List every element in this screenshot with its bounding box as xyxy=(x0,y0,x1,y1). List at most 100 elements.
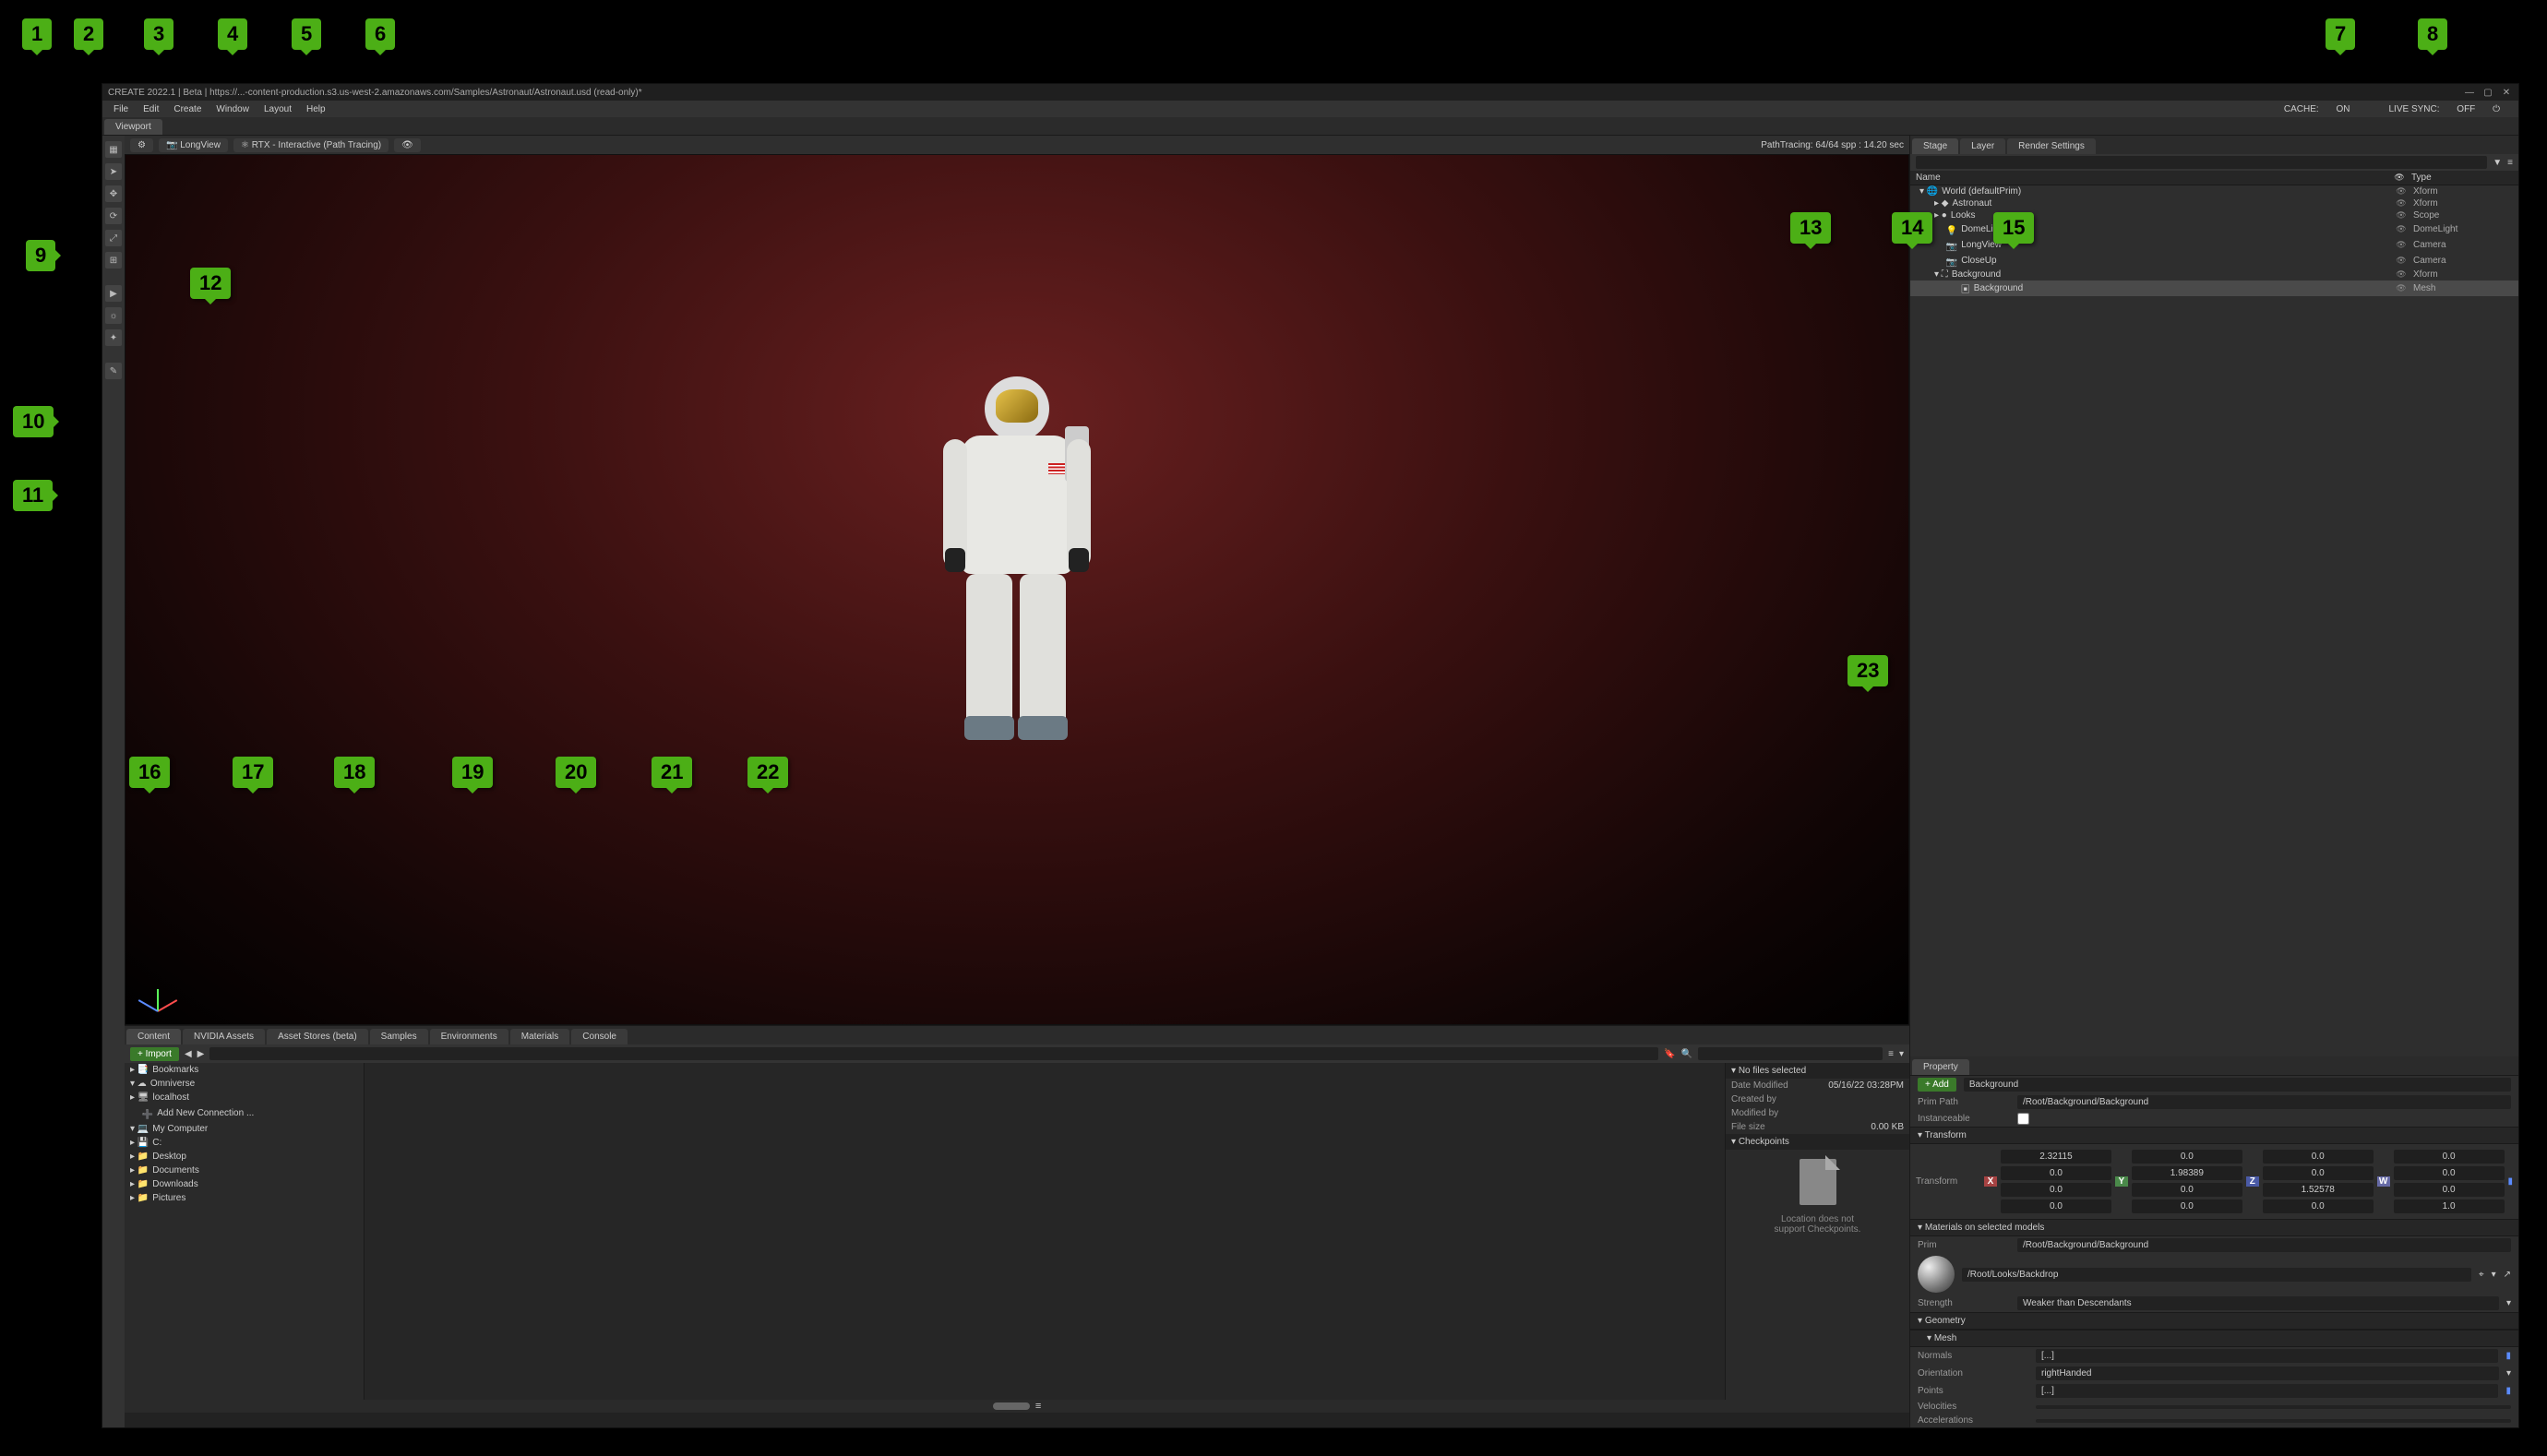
stage-filter-icon[interactable]: ▼ xyxy=(2493,158,2502,168)
tab-materials[interactable]: Materials xyxy=(510,1029,570,1044)
transform-section-header[interactable]: Transform xyxy=(1910,1127,2518,1144)
material-prim-field[interactable]: /Root/Background/Background xyxy=(2017,1238,2511,1252)
stage-search-input[interactable] xyxy=(1916,156,2487,169)
tw2[interactable]: 0.0 xyxy=(2394,1183,2505,1197)
stage-row-closeup[interactable]: 📷 CloseUpCamera xyxy=(1910,253,2518,269)
tool-brush-icon[interactable]: ✎ xyxy=(105,363,122,379)
tx3[interactable]: 0.0 xyxy=(2001,1199,2111,1213)
tab-property[interactable]: Property xyxy=(1912,1059,1969,1075)
tab-console[interactable]: Console xyxy=(571,1029,628,1044)
stage-row-longview[interactable]: 📷 LongViewCamera xyxy=(1910,237,2518,253)
tz3[interactable]: 0.0 xyxy=(2263,1199,2374,1213)
tree-localhost[interactable]: ▸ 🖥 localhost xyxy=(125,1091,364,1104)
tree-omniverse[interactable]: ▾ ☁ Omniverse xyxy=(125,1077,364,1091)
mesh-section-header[interactable]: Mesh xyxy=(1910,1330,2518,1347)
cache-status[interactable]: CACHE: ON xyxy=(2269,102,2365,116)
tool-select-box-icon[interactable]: ▦ xyxy=(105,141,122,158)
stage-row-world[interactable]: ▾ 🌐 World (defaultPrim)Xform xyxy=(1910,185,2518,197)
tree-desktop[interactable]: ▸ 📁 Desktop xyxy=(125,1150,364,1164)
minimize-button[interactable]: — xyxy=(2463,88,2476,98)
ty1[interactable]: 1.98389 xyxy=(2132,1166,2242,1180)
orientation-select[interactable]: rightHanded xyxy=(2036,1366,2499,1380)
tree-pictures[interactable]: ▸ 📁 Pictures xyxy=(125,1191,364,1205)
stage-options-icon[interactable]: ≡ xyxy=(2507,158,2513,168)
tx0[interactable]: 2.32115 xyxy=(2001,1150,2111,1164)
close-button[interactable]: ✕ xyxy=(2500,88,2513,98)
renderer-selector[interactable]: ⚛ RTX - Interactive (Path Tracing) xyxy=(233,138,389,152)
tz1[interactable]: 0.0 xyxy=(2263,1166,2374,1180)
tx1[interactable]: 0.0 xyxy=(2001,1166,2111,1180)
menu-edit[interactable]: Edit xyxy=(136,102,166,116)
tw1[interactable]: 0.0 xyxy=(2394,1166,2505,1180)
stage-row-background-mesh[interactable]: ▣ BackgroundMesh xyxy=(1910,280,2518,296)
tab-stage[interactable]: Stage xyxy=(1912,138,1958,154)
nav-forward-icon[interactable]: ▶ xyxy=(197,1049,205,1059)
menu-file[interactable]: File xyxy=(106,102,136,116)
ty0[interactable]: 0.0 xyxy=(2132,1150,2242,1164)
tool-pointer-icon[interactable]: ➤ xyxy=(105,163,122,180)
tab-asset-stores[interactable]: Asset Stores (beta) xyxy=(267,1029,368,1044)
axis-gizmo[interactable] xyxy=(138,974,175,1011)
visibility-toggle-icon[interactable]: 👁 xyxy=(394,138,421,152)
menu-window[interactable]: Window xyxy=(209,102,257,116)
tw0[interactable]: 0.0 xyxy=(2394,1150,2505,1164)
view-options-icon[interactable]: ≡ xyxy=(1888,1049,1894,1059)
tool-play-icon[interactable]: ▶ xyxy=(105,285,122,302)
tz0[interactable]: 0.0 xyxy=(2263,1150,2374,1164)
tool-move-icon[interactable]: ✥ xyxy=(105,185,122,202)
tw3[interactable]: 1.0 xyxy=(2394,1199,2505,1213)
tab-nvidia-assets[interactable]: NVIDIA Assets xyxy=(183,1029,265,1044)
tool-rotate-icon[interactable]: ⟳ xyxy=(105,208,122,224)
live-sync-status[interactable]: LIVE SYNC: OFF ⏻ xyxy=(2374,102,2515,116)
maximize-button[interactable]: ▢ xyxy=(2481,88,2494,98)
filter-icon[interactable]: ▾ xyxy=(1899,1049,1904,1059)
material-export-icon[interactable]: ↗ xyxy=(2504,1270,2511,1280)
tree-documents[interactable]: ▸ 📁 Documents xyxy=(125,1164,364,1177)
transform-add-icon[interactable]: ▮ xyxy=(2508,1176,2514,1187)
bookmark-icon[interactable]: 🔖 xyxy=(1664,1049,1675,1059)
prim-name-field[interactable]: Background xyxy=(1964,1078,2511,1092)
normals-field[interactable]: [...] xyxy=(2036,1349,2498,1363)
geometry-section-header[interactable]: Geometry xyxy=(1910,1312,2518,1330)
import-button[interactable]: + Import xyxy=(130,1047,179,1061)
tool-light-icon[interactable]: ☼ xyxy=(105,307,122,324)
accelerations-field[interactable] xyxy=(2036,1419,2511,1423)
tz2[interactable]: 1.52578 xyxy=(2263,1183,2374,1197)
stage-row-background-xform[interactable]: ▾ ⛶ BackgroundXform xyxy=(1910,269,2518,280)
tab-content[interactable]: Content xyxy=(126,1029,181,1044)
material-locate-icon[interactable]: ⌖ xyxy=(2479,1270,2484,1280)
camera-selector[interactable]: 📷 LongView xyxy=(159,138,228,152)
tool-scale-icon[interactable]: ⤢ xyxy=(105,230,122,246)
menu-layout[interactable]: Layout xyxy=(257,102,299,116)
tab-layer[interactable]: Layer xyxy=(1960,138,2005,154)
stage-row-domelight[interactable]: 💡 DomeLightDomeLight xyxy=(1910,221,2518,237)
tool-light2-icon[interactable]: ✦ xyxy=(105,329,122,346)
tree-my-computer[interactable]: ▾ 💻 My Computer xyxy=(125,1122,364,1136)
path-input[interactable] xyxy=(209,1047,1658,1060)
prim-path-field[interactable]: /Root/Background/Background xyxy=(2017,1095,2511,1109)
materials-section-header[interactable]: Materials on selected models xyxy=(1910,1219,2518,1236)
browser-tree[interactable]: ▸ 📑 Bookmarks ▾ ☁ Omniverse ▸ 🖥 localhos… xyxy=(125,1063,365,1400)
menu-create[interactable]: Create xyxy=(166,102,209,116)
velocities-field[interactable] xyxy=(2036,1405,2511,1409)
ty2[interactable]: 0.0 xyxy=(2132,1183,2242,1197)
ty3[interactable]: 0.0 xyxy=(2132,1199,2242,1213)
tab-render-settings[interactable]: Render Settings xyxy=(2007,138,2096,154)
material-strength-select[interactable]: Weaker than Descendants xyxy=(2017,1296,2499,1310)
tree-add-connection[interactable]: ➕ Add New Connection ... xyxy=(125,1104,364,1122)
nav-back-icon[interactable]: ◀ xyxy=(185,1049,192,1059)
stage-tree[interactable]: ▾ 🌐 World (defaultPrim)Xform ▸ ◆ Astrona… xyxy=(1910,185,2518,1056)
viewport-settings-icon[interactable]: ⚙ xyxy=(130,138,153,152)
viewport-canvas[interactable] xyxy=(125,154,1909,1025)
material-path-field[interactable]: /Root/Looks/Backdrop xyxy=(1962,1268,2471,1282)
add-property-button[interactable]: + Add xyxy=(1918,1078,1956,1092)
tab-samples[interactable]: Samples xyxy=(370,1029,428,1044)
browser-search-input[interactable] xyxy=(1698,1047,1883,1060)
material-dropdown-icon[interactable]: ▾ xyxy=(2492,1270,2496,1280)
browser-content-area[interactable] xyxy=(365,1063,1725,1400)
checkpoints-header[interactable]: ▾ Checkpoints xyxy=(1726,1134,1909,1150)
tab-environments[interactable]: Environments xyxy=(430,1029,508,1044)
points-field[interactable]: [...] xyxy=(2036,1384,2498,1398)
menu-help[interactable]: Help xyxy=(299,102,333,116)
instanceable-checkbox[interactable] xyxy=(2017,1113,2029,1125)
